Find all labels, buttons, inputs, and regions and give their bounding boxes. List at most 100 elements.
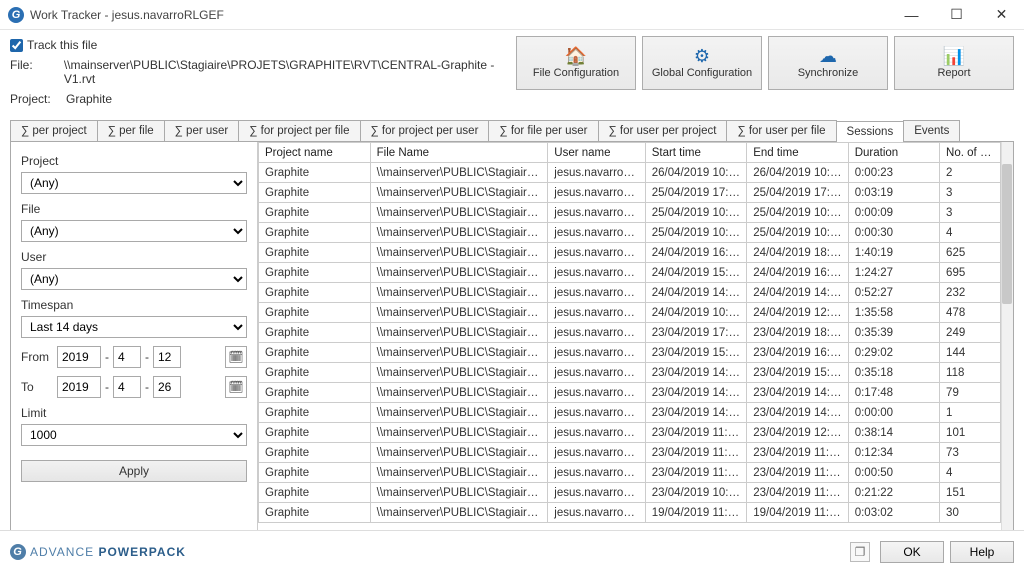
cell-project: Graphite bbox=[259, 363, 371, 383]
to-year-input[interactable] bbox=[57, 376, 101, 398]
cell-dur: 0:21:22 bbox=[848, 483, 939, 503]
table-row[interactable]: Graphite\\mainserver\PUBLIC\Stagiaire\..… bbox=[259, 463, 1001, 483]
cell-n: 232 bbox=[940, 283, 1001, 303]
file-configuration-button[interactable]: 🏠 File Configuration bbox=[516, 36, 636, 90]
column-header[interactable]: No. of eve bbox=[940, 143, 1001, 163]
table-row[interactable]: Graphite\\mainserver\PUBLIC\Stagiaire\..… bbox=[259, 503, 1001, 523]
tab--per-file[interactable]: ∑ per file bbox=[97, 120, 165, 141]
cell-project: Graphite bbox=[259, 323, 371, 343]
from-month-input[interactable] bbox=[113, 346, 141, 368]
cell-file: \\mainserver\PUBLIC\Stagiaire\...\CEN bbox=[370, 223, 548, 243]
filter-user-select[interactable]: (Any) bbox=[21, 268, 247, 290]
cell-end: 24/04/2019 12:34:05 bbox=[747, 303, 849, 323]
table-row[interactable]: Graphite\\mainserver\PUBLIC\Stagiaire\..… bbox=[259, 303, 1001, 323]
table-row[interactable]: Graphite\\mainserver\PUBLIC\Stagiaire\..… bbox=[259, 203, 1001, 223]
to-month-input[interactable] bbox=[113, 376, 141, 398]
cell-file: \\mainserver\PUBLIC\Stagiaire\...\CEN bbox=[370, 303, 548, 323]
column-header[interactable]: Project name bbox=[259, 143, 371, 163]
table-row[interactable]: Graphite\\mainserver\PUBLIC\Stagiaire\..… bbox=[259, 243, 1001, 263]
table-row[interactable]: Graphite\\mainserver\PUBLIC\Stagiaire\..… bbox=[259, 183, 1001, 203]
table-row[interactable]: Graphite\\mainserver\PUBLIC\Stagiaire\..… bbox=[259, 343, 1001, 363]
cell-file: \\mainserver\PUBLIC\Stagiaire\...\CEN bbox=[370, 323, 548, 343]
cell-user: jesus.navarroRLGEF bbox=[548, 503, 645, 523]
to-label: To bbox=[21, 380, 53, 394]
from-day-input[interactable] bbox=[153, 346, 181, 368]
cell-dur: 1:35:58 bbox=[848, 303, 939, 323]
table-row[interactable]: Graphite\\mainserver\PUBLIC\Stagiaire\..… bbox=[259, 163, 1001, 183]
filter-project-select[interactable]: (Any) bbox=[21, 172, 247, 194]
filter-timespan-label: Timespan bbox=[21, 298, 247, 312]
cell-project: Graphite bbox=[259, 423, 371, 443]
ok-button[interactable]: OK bbox=[880, 541, 944, 563]
tab--for-user-per-project[interactable]: ∑ for user per project bbox=[598, 120, 728, 141]
filter-project-label: Project bbox=[21, 154, 247, 168]
filter-limit-select[interactable]: 1000 bbox=[21, 424, 247, 446]
cell-start: 23/04/2019 11:07:47 bbox=[645, 463, 747, 483]
column-header[interactable]: Start time bbox=[645, 143, 747, 163]
table-row[interactable]: Graphite\\mainserver\PUBLIC\Stagiaire\..… bbox=[259, 423, 1001, 443]
maximize-button[interactable]: ☐ bbox=[934, 0, 979, 30]
track-this-file-checkbox[interactable] bbox=[10, 39, 23, 52]
sessions-table: Project nameFile NameUser nameStart time… bbox=[258, 142, 1001, 523]
column-header[interactable]: File Name bbox=[370, 143, 548, 163]
cell-end: 23/04/2019 12:34:56 bbox=[747, 423, 849, 443]
tab-sessions[interactable]: Sessions bbox=[836, 121, 905, 142]
cell-user: jesus.navarroRLGEF bbox=[548, 403, 645, 423]
cell-start: 25/04/2019 10:51:54 bbox=[645, 203, 747, 223]
cell-start: 25/04/2019 10:41:37 bbox=[645, 223, 747, 243]
cell-n: 3 bbox=[940, 203, 1001, 223]
tab--for-file-per-user[interactable]: ∑ for file per user bbox=[488, 120, 598, 141]
tab--for-user-per-file[interactable]: ∑ for user per file bbox=[726, 120, 836, 141]
close-button[interactable]: ✕ bbox=[979, 0, 1024, 30]
cell-n: 101 bbox=[940, 423, 1001, 443]
minimize-button[interactable]: — bbox=[889, 0, 934, 30]
table-row[interactable]: Graphite\\mainserver\PUBLIC\Stagiaire\..… bbox=[259, 263, 1001, 283]
cell-n: 118 bbox=[940, 363, 1001, 383]
cell-user: jesus.navarroRLGEF bbox=[548, 183, 645, 203]
table-row[interactable]: Graphite\\mainserver\PUBLIC\Stagiaire\..… bbox=[259, 323, 1001, 343]
synchronize-button[interactable]: ☁ Synchronize bbox=[768, 36, 888, 90]
to-calendar-button[interactable]: 🗓 bbox=[225, 376, 247, 398]
apply-button[interactable]: Apply bbox=[21, 460, 247, 482]
scrollbar-track[interactable] bbox=[1001, 142, 1013, 549]
tab--per-user[interactable]: ∑ per user bbox=[164, 120, 240, 141]
report-label: Report bbox=[937, 67, 970, 79]
cell-file: \\mainserver\PUBLIC\Stagiaire\...\CEN bbox=[370, 483, 548, 503]
report-button[interactable]: 📊 Report bbox=[894, 36, 1014, 90]
table-row[interactable]: Graphite\\mainserver\PUBLIC\Stagiaire\..… bbox=[259, 403, 1001, 423]
tab--per-project[interactable]: ∑ per project bbox=[10, 120, 98, 141]
help-button[interactable]: Help bbox=[950, 541, 1014, 563]
cloud-sync-icon: ☁ bbox=[819, 47, 837, 65]
calendar-icon: 🗓 bbox=[228, 380, 243, 394]
column-header[interactable]: End time bbox=[747, 143, 849, 163]
cell-file: \\mainserver\PUBLIC\Stagiaire\...\CEN bbox=[370, 243, 548, 263]
cell-file: \\mainserver\PUBLIC\Stagiaire\...\CEN bbox=[370, 183, 548, 203]
table-row[interactable]: Graphite\\mainserver\PUBLIC\Stagiaire\..… bbox=[259, 363, 1001, 383]
table-row[interactable]: Graphite\\mainserver\PUBLIC\Stagiaire\..… bbox=[259, 223, 1001, 243]
window-title: Work Tracker - jesus.navarroRLGEF bbox=[30, 8, 889, 22]
cell-file: \\mainserver\PUBLIC\Stagiaire\...\CEN bbox=[370, 403, 548, 423]
cell-end: 25/04/2019 10:52:03 bbox=[747, 203, 849, 223]
cell-n: 151 bbox=[940, 483, 1001, 503]
cell-user: jesus.navarroRLGEF bbox=[548, 343, 645, 363]
from-calendar-button[interactable]: 🗓 bbox=[225, 346, 247, 368]
global-configuration-button[interactable]: ⚙ Global Configuration bbox=[642, 36, 762, 90]
table-row[interactable]: Graphite\\mainserver\PUBLIC\Stagiaire\..… bbox=[259, 483, 1001, 503]
to-day-input[interactable] bbox=[153, 376, 181, 398]
from-year-input[interactable] bbox=[57, 346, 101, 368]
table-row[interactable]: Graphite\\mainserver\PUBLIC\Stagiaire\..… bbox=[259, 443, 1001, 463]
tab--for-project-per-user[interactable]: ∑ for project per user bbox=[360, 120, 490, 141]
cell-project: Graphite bbox=[259, 263, 371, 283]
tab--for-project-per-file[interactable]: ∑ for project per file bbox=[238, 120, 360, 141]
copy-icon-button[interactable]: ❐ bbox=[850, 542, 870, 562]
scrollbar-thumb[interactable] bbox=[1002, 164, 1012, 304]
column-header[interactable]: User name bbox=[548, 143, 645, 163]
table-row[interactable]: Graphite\\mainserver\PUBLIC\Stagiaire\..… bbox=[259, 283, 1001, 303]
filter-timespan-select[interactable]: Last 14 days bbox=[21, 316, 247, 338]
filter-file-select[interactable]: (Any) bbox=[21, 220, 247, 242]
cell-project: Graphite bbox=[259, 383, 371, 403]
tab-events[interactable]: Events bbox=[903, 120, 960, 141]
project-label: Project: bbox=[10, 92, 58, 106]
table-row[interactable]: Graphite\\mainserver\PUBLIC\Stagiaire\..… bbox=[259, 383, 1001, 403]
column-header[interactable]: Duration bbox=[848, 143, 939, 163]
